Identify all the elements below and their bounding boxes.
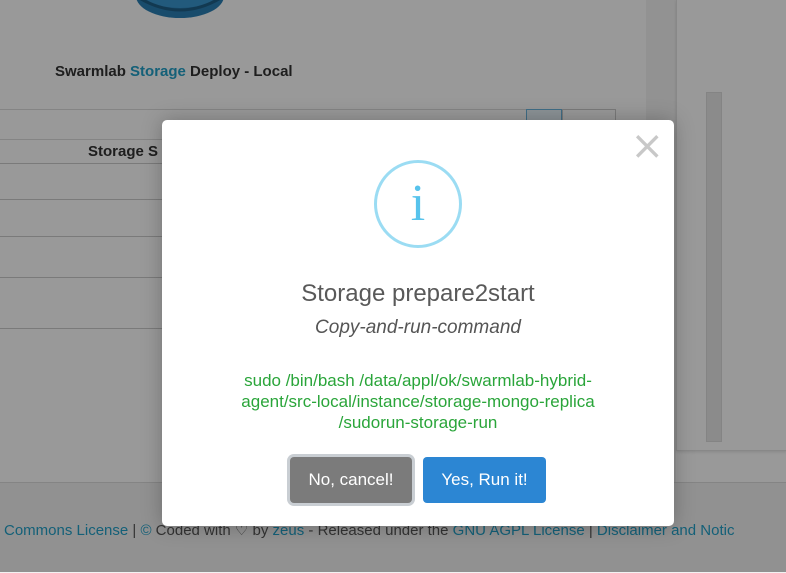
close-icon[interactable]: × — [630, 124, 664, 168]
dialog-subtitle: Copy-and-run-command — [315, 317, 521, 338]
info-icon: i — [374, 160, 462, 248]
command-text: sudo /bin/bash /data/appl/ok/swarmlab-hy… — [222, 370, 614, 433]
cancel-button[interactable]: No, cancel! — [290, 457, 412, 503]
confirm-dialog: × i Storage prepare2start Copy-and-run-c… — [162, 120, 674, 526]
dialog-title: Storage prepare2start — [301, 280, 535, 307]
info-icon-glyph: i — [410, 175, 426, 232]
run-button[interactable]: Yes, Run it! — [423, 457, 546, 503]
command-line: agent/src-local/instance/storage-mongo-r… — [241, 392, 595, 411]
command-line: /sudorun-storage-run — [338, 413, 498, 432]
command-line: sudo /bin/bash /data/appl/ok/swarmlab-hy… — [244, 371, 592, 390]
